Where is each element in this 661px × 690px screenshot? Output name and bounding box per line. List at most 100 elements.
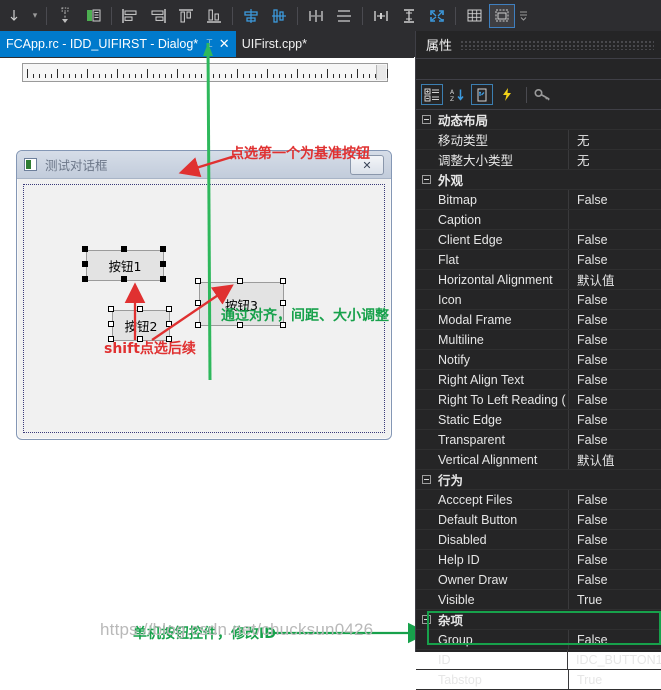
handle-n[interactable] [137, 306, 143, 312]
property-value[interactable]: False [568, 370, 661, 389]
collapse-icon[interactable] [422, 175, 431, 184]
property-pages-icon[interactable] [471, 84, 493, 105]
property-row[interactable]: 移动类型 无 [416, 130, 661, 150]
property-value[interactable]: False [568, 190, 661, 209]
toolbar-overflow-caret-icon[interactable]: ▾ [29, 4, 41, 28]
property-row[interactable]: Flat False [416, 250, 661, 270]
toolbar-left-truncated-icon[interactable] [1, 4, 27, 28]
handle-n[interactable] [237, 278, 243, 284]
property-value[interactable]: 无 [568, 130, 661, 149]
property-row[interactable]: ID IDC_BUTTON1 [416, 650, 661, 670]
center-vertical-icon[interactable] [238, 4, 264, 28]
property-value[interactable]: False [568, 430, 661, 449]
property-row[interactable]: Help ID False [416, 550, 661, 570]
property-value[interactable]: True [568, 670, 661, 689]
property-value[interactable]: False [568, 330, 661, 349]
handle-ne[interactable] [166, 306, 172, 312]
property-row[interactable]: Owner Draw False [416, 570, 661, 590]
property-value[interactable]: False [568, 510, 661, 529]
handle-s[interactable] [121, 276, 127, 282]
property-value[interactable]: False [568, 350, 661, 369]
property-row[interactable]: Disabled False [416, 530, 661, 550]
handle-nw[interactable] [82, 246, 88, 252]
pin-icon[interactable]: ⌶ [206, 38, 213, 51]
collapse-icon[interactable] [422, 475, 431, 484]
handle-w[interactable] [108, 321, 114, 327]
align-bottoms-icon[interactable] [201, 4, 227, 28]
property-value[interactable]: False [568, 410, 661, 429]
property-row[interactable]: Right Align Text False [416, 370, 661, 390]
properties-grid[interactable]: 动态布局 移动类型无调整大小类型无外观 Bitmap False Caption Clie… [416, 110, 661, 690]
handle-n[interactable] [121, 246, 127, 252]
property-row[interactable]: Static Edge False [416, 410, 661, 430]
property-value[interactable]: False [568, 550, 661, 569]
property-row[interactable]: Multiline False [416, 330, 661, 350]
property-value[interactable]: False [568, 250, 661, 269]
property-value[interactable]: False [568, 230, 661, 249]
property-value[interactable]: False [568, 490, 661, 509]
tab-uifirst-cpp[interactable]: UIFirst.cpp* [236, 31, 313, 57]
properties-object-combo[interactable] [416, 59, 661, 80]
center-horizontal-icon[interactable] [266, 4, 292, 28]
property-value[interactable] [568, 210, 661, 229]
alphabetical-sort-icon[interactable]: A Z [446, 84, 468, 105]
make-same-width-icon[interactable] [368, 4, 394, 28]
property-row[interactable]: Default Button False [416, 510, 661, 530]
tab-order-icon[interactable] [52, 4, 78, 28]
property-row[interactable]: Acccept Files False [416, 490, 661, 510]
property-value[interactable]: False [568, 310, 661, 329]
toggle-grid-icon[interactable] [461, 4, 487, 28]
handle-sw[interactable] [82, 276, 88, 282]
property-value[interactable]: 默认值 [568, 450, 661, 469]
space-down-icon[interactable] [331, 4, 357, 28]
property-value[interactable]: False [568, 570, 661, 589]
property-value[interactable]: IDC_BUTTON1 [567, 650, 661, 669]
make-same-size-icon[interactable] [424, 4, 450, 28]
handle-nw[interactable] [108, 306, 114, 312]
property-row[interactable]: Modal Frame False [416, 310, 661, 330]
property-value[interactable]: 默认值 [568, 270, 661, 289]
property-row[interactable]: Notify False [416, 350, 661, 370]
categorized-view-icon[interactable] [421, 84, 443, 105]
property-value[interactable]: False [568, 530, 661, 549]
space-across-icon[interactable] [303, 4, 329, 28]
tab-fcapp-rc-dialog[interactable]: FCApp.rc - IDD_UIFIRST - Dialog* ⌶ ✕ [0, 31, 236, 57]
property-category-0[interactable]: 动态布局 [416, 110, 661, 130]
property-value[interactable]: True [568, 590, 661, 609]
property-row[interactable]: Icon False [416, 290, 661, 310]
property-row[interactable]: Transparent False [416, 430, 661, 450]
panel-drag-grip[interactable] [460, 39, 654, 50]
align-lefts-icon[interactable] [117, 4, 143, 28]
property-row[interactable]: Visible True [416, 590, 661, 610]
property-row[interactable]: 调整大小类型 无 [416, 150, 661, 170]
property-category-2[interactable]: 行为 [416, 470, 661, 490]
property-row[interactable]: Tabstop True [416, 670, 661, 690]
property-value[interactable]: 无 [568, 150, 661, 169]
property-value[interactable]: False [568, 290, 661, 309]
property-category-1[interactable]: 外观 [416, 170, 661, 190]
dialog-preview[interactable]: 测试对话框 ✕ 按钮1 按钮2 按钮3 [16, 150, 392, 440]
events-icon[interactable] [496, 84, 518, 105]
close-icon[interactable]: ✕ [219, 36, 230, 52]
handle-w[interactable] [195, 300, 201, 306]
handle-ne[interactable] [280, 278, 286, 284]
make-same-height-icon[interactable] [396, 4, 422, 28]
property-row[interactable]: Horizontal Alignment 默认值 [416, 270, 661, 290]
property-key-icon[interactable] [532, 84, 554, 105]
handle-e[interactable] [160, 261, 166, 267]
test-dialog-icon[interactable] [489, 3, 515, 28]
handle-ne[interactable] [160, 246, 166, 252]
handle-e[interactable] [166, 321, 172, 327]
property-row[interactable]: Bitmap False [416, 190, 661, 210]
handle-nw[interactable] [195, 278, 201, 284]
property-row[interactable]: Right To Left Reading (False [416, 390, 661, 410]
property-value[interactable]: False [568, 390, 661, 409]
handle-se[interactable] [160, 276, 166, 282]
guides-icon[interactable] [80, 4, 106, 28]
toolbar-more-caret-icon[interactable] [517, 4, 529, 28]
handle-w[interactable] [82, 261, 88, 267]
handle-sw[interactable] [195, 322, 201, 328]
property-row[interactable]: Caption [416, 210, 661, 230]
collapse-icon[interactable] [422, 115, 431, 124]
align-rights-icon[interactable] [145, 4, 171, 28]
